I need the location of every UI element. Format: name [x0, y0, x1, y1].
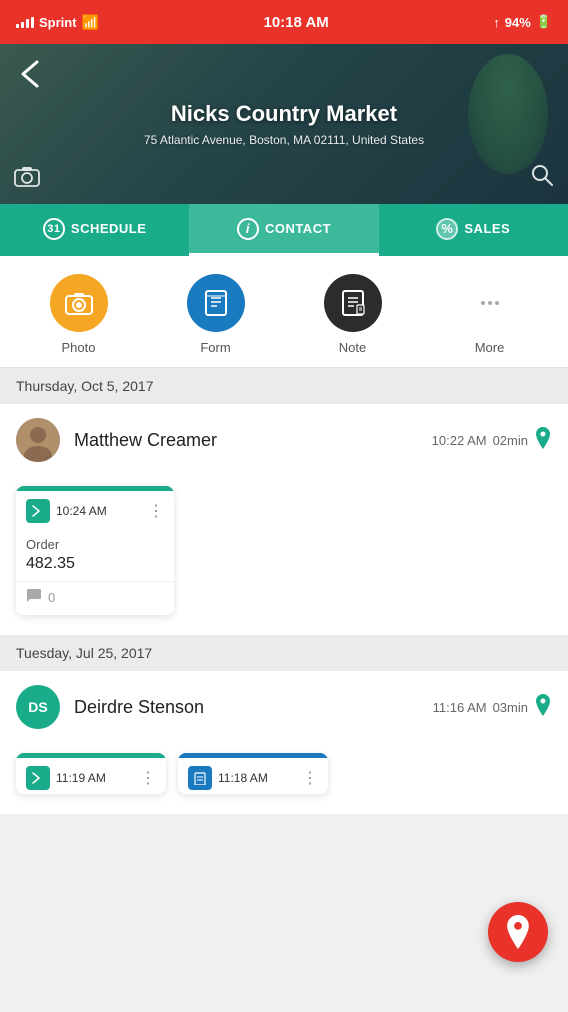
avatar-deirdre: DS	[16, 685, 60, 729]
form-action[interactable]: Form	[147, 274, 284, 355]
visit-time-2: 11:16 AM	[433, 700, 487, 715]
actions-row: Photo Form Note	[0, 256, 568, 368]
photo-label: Photo	[62, 340, 96, 355]
photo-icon-circle	[50, 274, 108, 332]
battery-label: 94%	[505, 15, 531, 30]
tab-bar: 31 SCHEDULE i CONTACT % SALES	[0, 204, 568, 256]
card-options-button[interactable]: ⋮	[148, 501, 164, 521]
location-pin-icon-1	[534, 427, 552, 454]
status-left: Sprint 📶	[16, 14, 99, 31]
date-header-2: Tuesday, Jul 25, 2017	[0, 635, 568, 671]
visit-meta-1: 10:22 AM 02min	[432, 427, 552, 454]
card-activity-icon	[26, 499, 50, 523]
card-label-1: Order	[26, 537, 164, 552]
tab-contact[interactable]: i CONTACT	[189, 204, 378, 256]
cards-area-2: 11:19 AM ⋮ 11:18 AM ⋮	[0, 743, 568, 814]
location-icon: ↑	[493, 15, 500, 30]
tab-sales[interactable]: % SALES	[379, 204, 568, 256]
mini-card-options-1[interactable]: ⋮	[140, 768, 156, 788]
visit-row-1: Matthew Creamer 10:22 AM 02min	[0, 404, 568, 476]
mini-card-header-1: 11:19 AM ⋮	[16, 758, 166, 794]
mini-card-time-1: 11:19 AM	[56, 771, 106, 785]
visit-meta-2: 11:16 AM 03min	[433, 694, 552, 721]
mini-card-icon-2	[188, 766, 212, 790]
battery-icon: 🔋	[536, 14, 552, 30]
form-icon-circle	[187, 274, 245, 332]
visit-time-1: 10:22 AM	[432, 433, 487, 448]
note-icon-circle	[324, 274, 382, 332]
visit-duration-1: 02min	[493, 433, 528, 448]
status-time: 10:18 AM	[263, 14, 328, 31]
card-header-1: 10:24 AM ⋮	[16, 491, 174, 527]
status-right: ↑ 94% 🔋	[493, 14, 552, 30]
photo-action[interactable]: Photo	[10, 274, 147, 355]
more-action[interactable]: More	[421, 274, 558, 355]
visit-person-1: Matthew Creamer	[74, 430, 418, 451]
activity-card-1: 10:24 AM ⋮ Order 482.35 0	[16, 486, 174, 615]
date-header-1: Thursday, Oct 5, 2017	[0, 368, 568, 404]
avatar-matthew	[16, 418, 60, 462]
tab-schedule-label: SCHEDULE	[71, 221, 147, 236]
visit-duration-2: 03min	[493, 700, 528, 715]
mini-card-icon-1	[26, 766, 50, 790]
tab-schedule[interactable]: 31 SCHEDULE	[0, 204, 189, 256]
card-value-1: 482.35	[26, 555, 164, 573]
calendar-icon: 31	[43, 218, 65, 240]
form-label: Form	[200, 340, 230, 355]
card-footer-1: 0	[16, 581, 174, 615]
info-icon: i	[237, 218, 259, 240]
wifi-icon: 📶	[82, 14, 99, 31]
tab-sales-label: SALES	[464, 221, 510, 236]
percent-icon: %	[436, 218, 458, 240]
search-icon[interactable]	[530, 163, 554, 192]
mini-card-1: 11:19 AM ⋮	[16, 753, 166, 794]
fab-location-button[interactable]	[488, 902, 548, 962]
more-icon	[461, 274, 519, 332]
note-label: Note	[339, 340, 366, 355]
comment-icon	[26, 588, 42, 607]
signal-icon	[16, 17, 34, 28]
visit-person-2: Deirdre Stenson	[74, 697, 419, 718]
more-label: More	[475, 340, 505, 355]
back-button[interactable]	[12, 56, 48, 92]
venue-title: Nicks Country Market	[144, 101, 424, 127]
visit-row-2: DS Deirdre Stenson 11:16 AM 03min	[0, 671, 568, 743]
mini-card-2: 11:18 AM ⋮	[178, 753, 328, 794]
carrier-label: Sprint	[39, 15, 77, 30]
mini-card-header-2: 11:18 AM ⋮	[178, 758, 328, 794]
card-time-1: 10:24 AM	[56, 504, 107, 518]
status-bar: Sprint 📶 10:18 AM ↑ 94% 🔋	[0, 0, 568, 44]
note-action[interactable]: Note	[284, 274, 421, 355]
mini-card-time-2: 11:18 AM	[218, 771, 268, 785]
mini-card-options-2[interactable]: ⋮	[302, 768, 318, 788]
cards-area-1: 10:24 AM ⋮ Order 482.35 0	[0, 476, 568, 635]
venue-address: 75 Atlantic Avenue, Boston, MA 02111, Un…	[144, 133, 424, 147]
comment-count-1: 0	[48, 590, 55, 605]
tab-contact-label: CONTACT	[265, 221, 331, 236]
hero-header: Nicks Country Market 75 Atlantic Avenue,…	[0, 44, 568, 204]
location-pin-icon-2	[534, 694, 552, 721]
camera-icon[interactable]	[14, 165, 40, 192]
card-body-1: Order 482.35	[16, 527, 174, 581]
